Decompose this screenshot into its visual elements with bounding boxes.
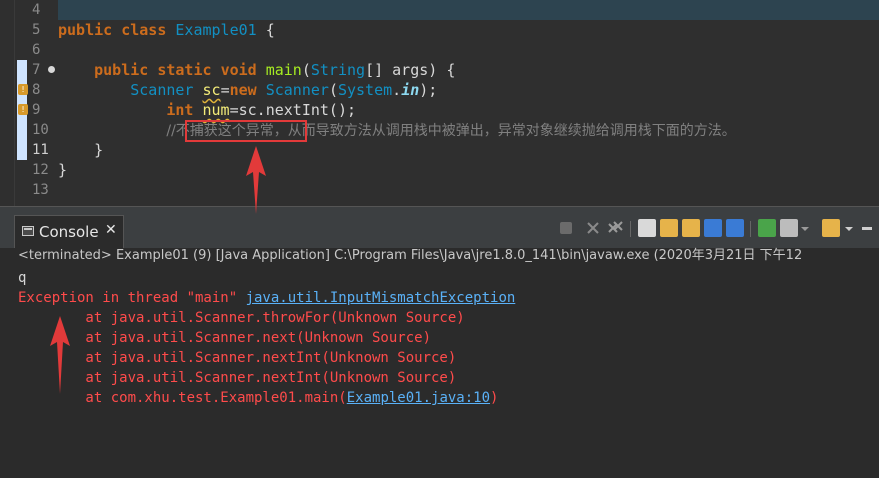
eclipse-window: ! ! 4 5 6 7 8 9 10 11 12 13 public class…	[0, 0, 879, 478]
annotation-overlay	[50, 146, 266, 394]
annotation-arrow-up	[50, 316, 70, 394]
annotation-arrow-up	[246, 146, 266, 214]
